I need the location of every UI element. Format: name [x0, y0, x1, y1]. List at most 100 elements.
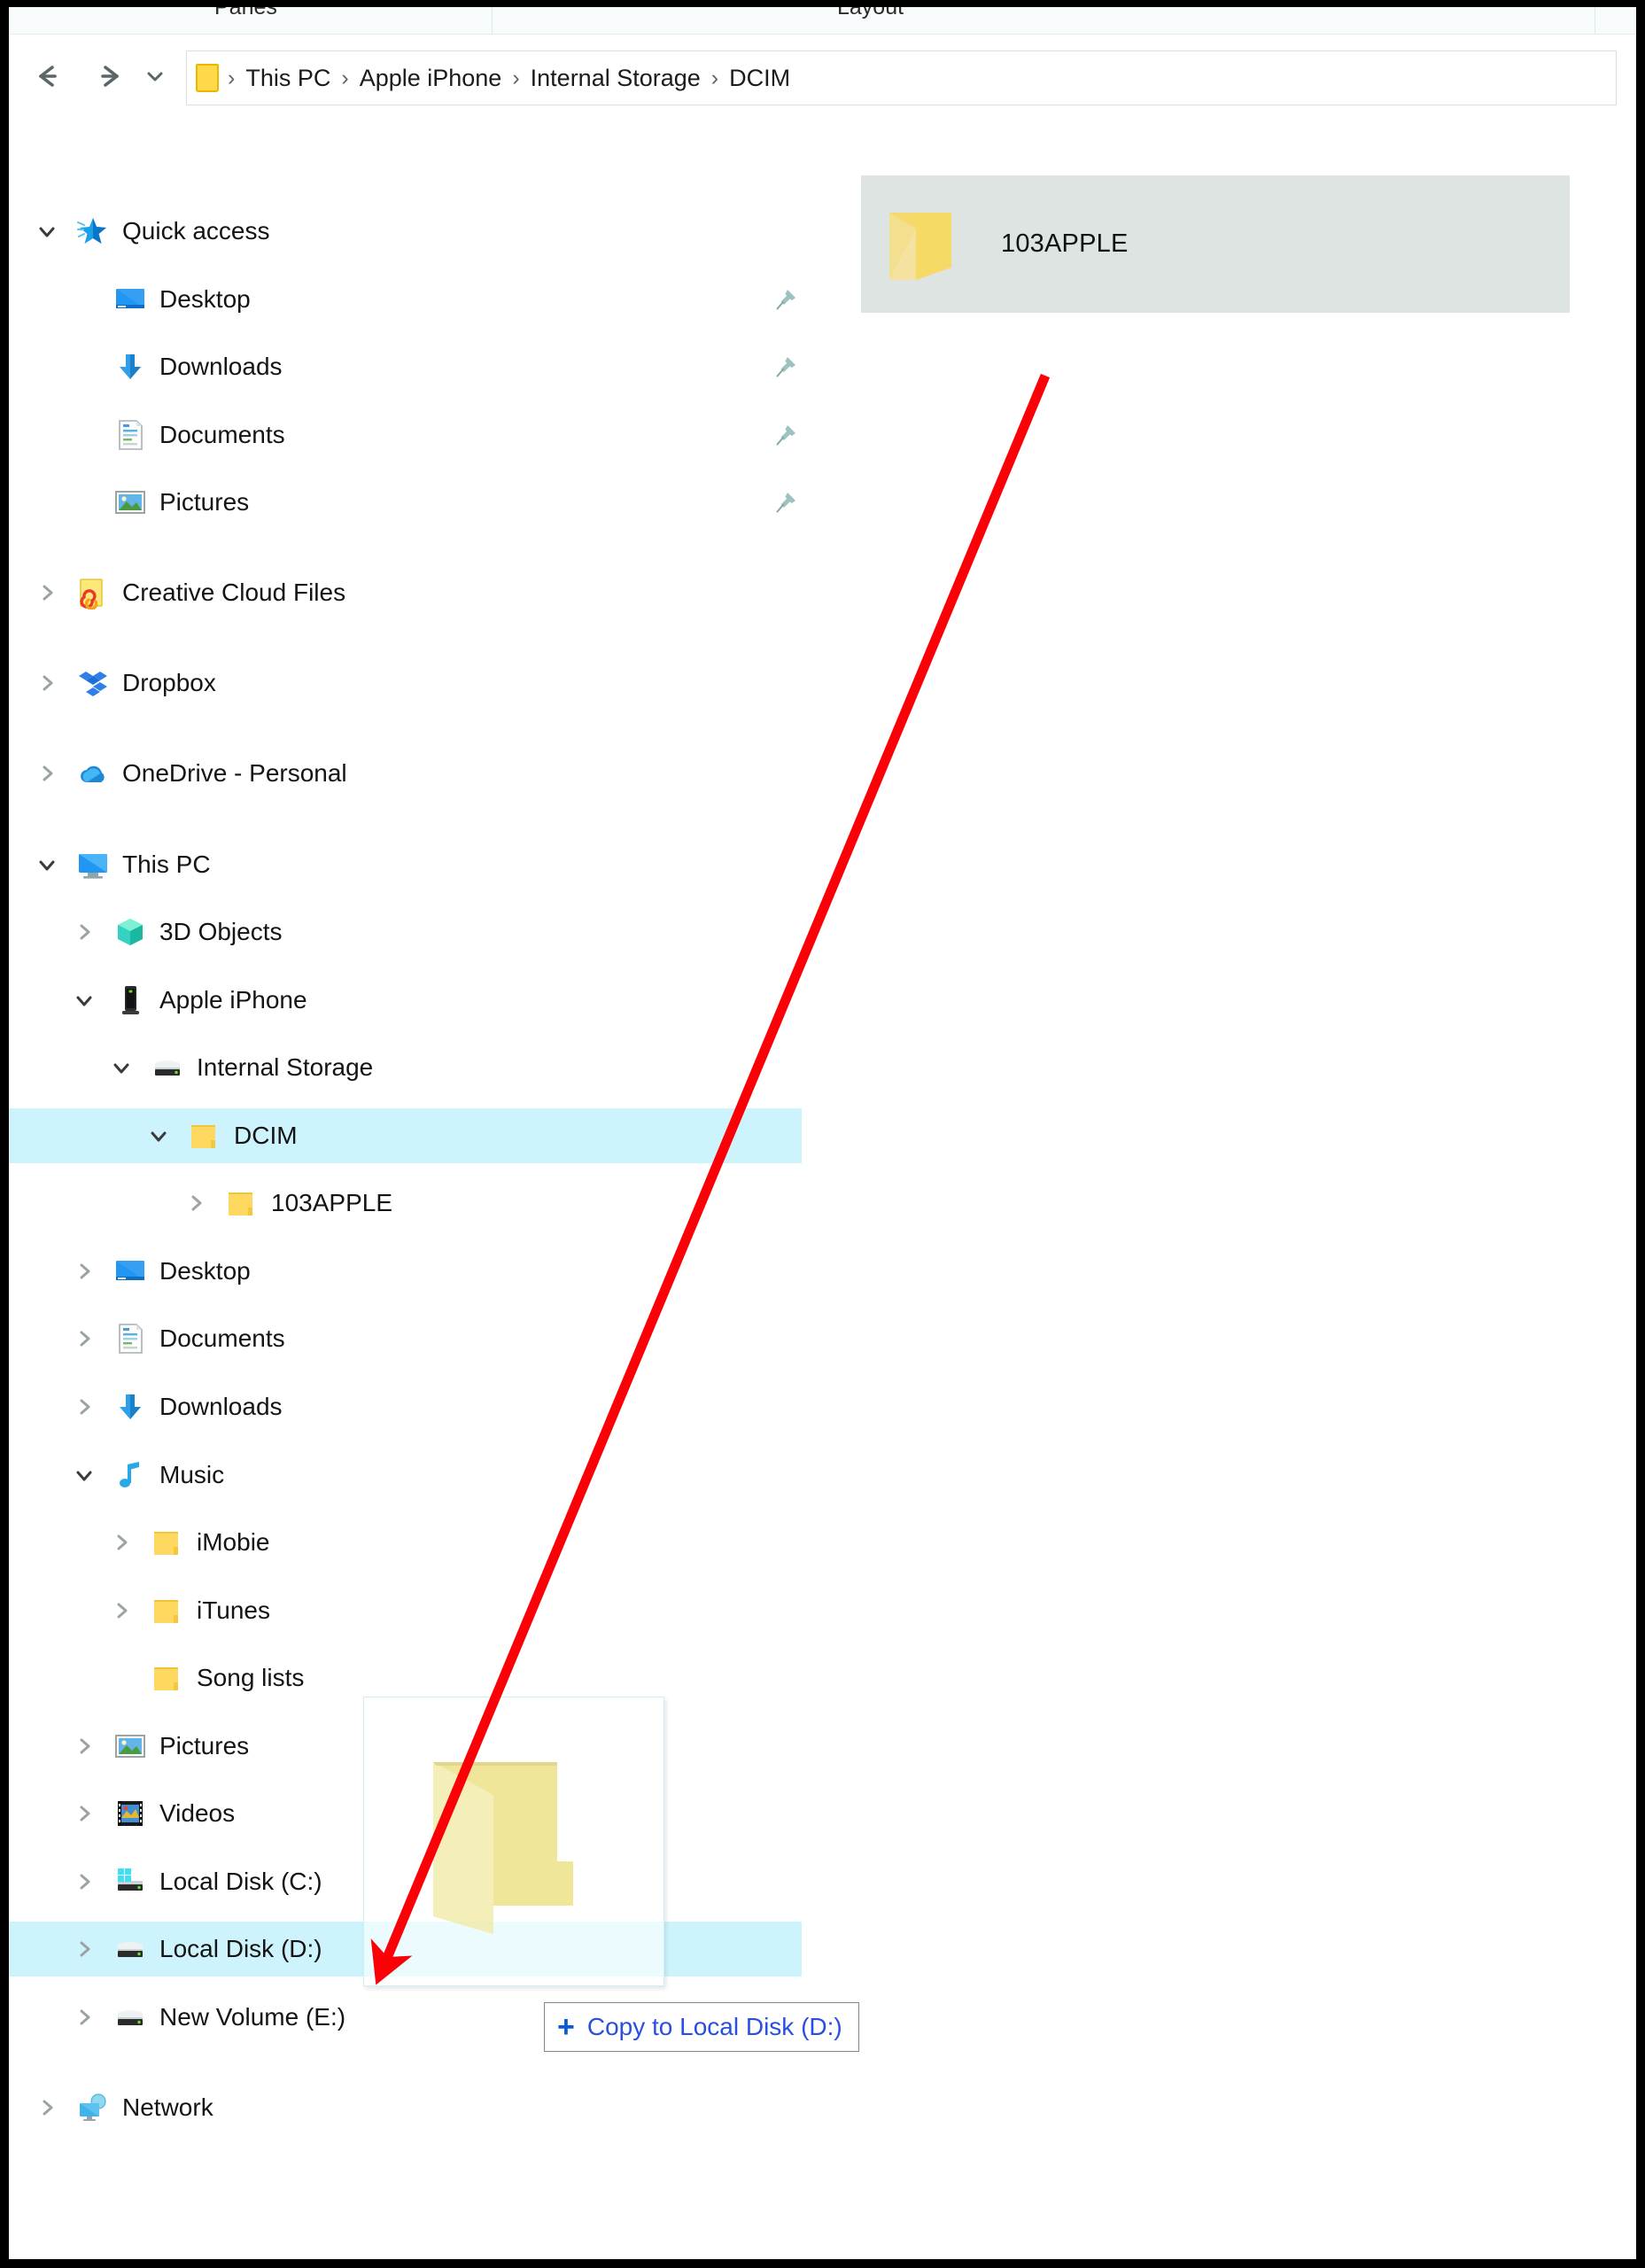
- tree-item-label: Downloads: [159, 1393, 283, 1420]
- tree-item-itunes[interactable]: iTunes: [9, 1583, 802, 1638]
- chevron-down-icon[interactable]: [108, 1054, 135, 1081]
- ribbon-strip: Panes Layout: [9, 7, 1636, 35]
- tree-item-label: Internal Storage: [197, 1053, 374, 1081]
- tree-item-label: Local Disk (C:): [159, 1868, 322, 1895]
- tree-item-internal-storage[interactable]: Internal Storage: [9, 1040, 802, 1095]
- folder-icon: [151, 1594, 184, 1627]
- breadcrumb-item-apple-iphone[interactable]: Apple iPhone: [353, 61, 509, 96]
- tree-item-music[interactable]: Music: [9, 1448, 802, 1503]
- tree-item-label: Music: [159, 1461, 225, 1488]
- file-list-item-103apple[interactable]: 103APPLE: [861, 175, 1570, 313]
- drag-drop-tooltip: + Copy to Local Disk (D:): [544, 2002, 859, 2052]
- chevron-right-icon[interactable]: [34, 760, 60, 787]
- pin-icon[interactable]: [772, 422, 799, 448]
- tree-item-label: Documents: [159, 421, 285, 448]
- chevron-down-icon[interactable]: [140, 56, 170, 97]
- chevron-right-icon[interactable]: [71, 1936, 97, 1962]
- forward-arrow-icon[interactable]: [90, 56, 131, 97]
- breadcrumb-item-this-pc[interactable]: This PC: [238, 61, 338, 96]
- chevron-right-icon[interactable]: [71, 1258, 97, 1285]
- folder-icon: [188, 1119, 221, 1153]
- chevron-right-icon[interactable]: [34, 579, 60, 606]
- tree-item-label: iTunes: [197, 1596, 271, 1624]
- file-explorer-window: Panes Layout › This PC › Apple iPhone › …: [9, 7, 1636, 2259]
- address-bar[interactable]: › This PC › Apple iPhone › Internal Stor…: [186, 50, 1617, 105]
- breadcrumb-item-internal-storage[interactable]: Internal Storage: [524, 61, 708, 96]
- tree-item-label: Pictures: [159, 488, 250, 516]
- tree-item-label: This PC: [122, 850, 211, 878]
- pin-icon[interactable]: [772, 353, 799, 380]
- tree-item-label: OneDrive - Personal: [122, 759, 347, 787]
- tree-item-label: Network: [122, 2093, 213, 2121]
- chevron-down-icon[interactable]: [145, 1122, 172, 1149]
- tree-item-creative-cloud-files[interactable]: Creative Cloud Files: [9, 565, 802, 620]
- tree-item-desktop[interactable]: Desktop: [9, 1244, 802, 1299]
- tree-item-this-pc[interactable]: This PC: [9, 837, 802, 892]
- tree-item-label: DCIM: [234, 1122, 298, 1149]
- folder-icon: [225, 1186, 259, 1220]
- file-list-pane: 103APPLE: [806, 122, 1636, 2259]
- tree-item-imobie[interactable]: iMobie: [9, 1515, 802, 1570]
- chevron-down-icon[interactable]: [71, 987, 97, 1014]
- navigation-bar: › This PC › Apple iPhone › Internal Stor…: [9, 35, 1636, 111]
- chevron-right-icon[interactable]: [71, 919, 97, 945]
- tree-item-label: Desktop: [159, 285, 251, 313]
- tree-item-label: Desktop: [159, 1257, 251, 1285]
- tree-item-label: Downloads: [159, 353, 283, 380]
- tree-item-label: Local Disk (D:): [159, 1935, 322, 1962]
- ribbon-divider: [492, 7, 493, 34]
- tree-item-onedrive-personal[interactable]: OneDrive - Personal: [9, 746, 802, 801]
- tree-item-label: iMobie: [197, 1528, 270, 1556]
- drive-icon: [113, 2000, 147, 2034]
- documents-icon: [113, 418, 147, 452]
- tree-item-desktop[interactable]: Desktop: [9, 272, 802, 327]
- chevron-right-icon[interactable]: [34, 2094, 60, 2121]
- pin-icon[interactable]: [772, 286, 799, 313]
- network-icon: [76, 2091, 110, 2124]
- tree-item-documents[interactable]: Documents: [9, 408, 802, 462]
- tree-item-dropbox[interactable]: Dropbox: [9, 656, 802, 711]
- chevron-right-icon[interactable]: [71, 1800, 97, 1827]
- creative-cloud-icon: [76, 576, 110, 610]
- tree-item-dcim[interactable]: DCIM: [9, 1108, 802, 1163]
- chevron-right-icon[interactable]: [182, 1190, 209, 1216]
- tree-item-documents[interactable]: Documents: [9, 1311, 802, 1366]
- tree-item-label: Pictures: [159, 1732, 250, 1759]
- tree-item-apple-iphone[interactable]: Apple iPhone: [9, 973, 802, 1028]
- tree-item-label: Videos: [159, 1799, 236, 1827]
- breadcrumb-separator-1: ›: [341, 65, 349, 90]
- chevron-down-icon[interactable]: [71, 1462, 97, 1488]
- iphone-icon: [113, 983, 147, 1017]
- drive-icon: [151, 1051, 184, 1084]
- tree-item-network[interactable]: Network: [9, 2080, 802, 2135]
- ribbon-group-panes: Panes: [214, 7, 277, 19]
- breadcrumb-separator-0: ›: [228, 65, 236, 90]
- breadcrumb-separator-3: ›: [710, 65, 719, 90]
- chevron-down-icon[interactable]: [34, 851, 60, 878]
- desktop-icon: [113, 283, 147, 316]
- back-arrow-icon[interactable]: [27, 56, 67, 97]
- tree-item-quick-access[interactable]: Quick access: [9, 204, 802, 259]
- tree-item-3d-objects[interactable]: 3D Objects: [9, 905, 802, 959]
- chevron-right-icon[interactable]: [71, 1394, 97, 1420]
- tree-item-label: New Volume (E:): [159, 2003, 346, 2031]
- chevron-right-icon[interactable]: [34, 670, 60, 696]
- chevron-right-icon[interactable]: [108, 1597, 135, 1624]
- tree-item-103apple[interactable]: 103APPLE: [9, 1176, 802, 1231]
- chevron-down-icon[interactable]: [34, 218, 60, 245]
- onedrive-icon: [76, 757, 110, 790]
- tree-item-label: 103APPLE: [271, 1189, 392, 1216]
- pin-icon[interactable]: [772, 489, 799, 516]
- chevron-right-icon[interactable]: [108, 1529, 135, 1556]
- this-pc-icon: [76, 848, 110, 882]
- chevron-right-icon[interactable]: [71, 1868, 97, 1895]
- tree-item-pictures[interactable]: Pictures: [9, 475, 802, 530]
- drive-icon: [113, 1932, 147, 1966]
- chevron-right-icon[interactable]: [71, 1325, 97, 1352]
- tree-item-label: 3D Objects: [159, 918, 283, 945]
- tree-item-downloads[interactable]: Downloads: [9, 1379, 802, 1434]
- breadcrumb-item-dcim[interactable]: DCIM: [722, 61, 797, 96]
- tree-item-downloads[interactable]: Downloads: [9, 339, 802, 394]
- chevron-right-icon[interactable]: [71, 2004, 97, 2031]
- chevron-right-icon[interactable]: [71, 1733, 97, 1759]
